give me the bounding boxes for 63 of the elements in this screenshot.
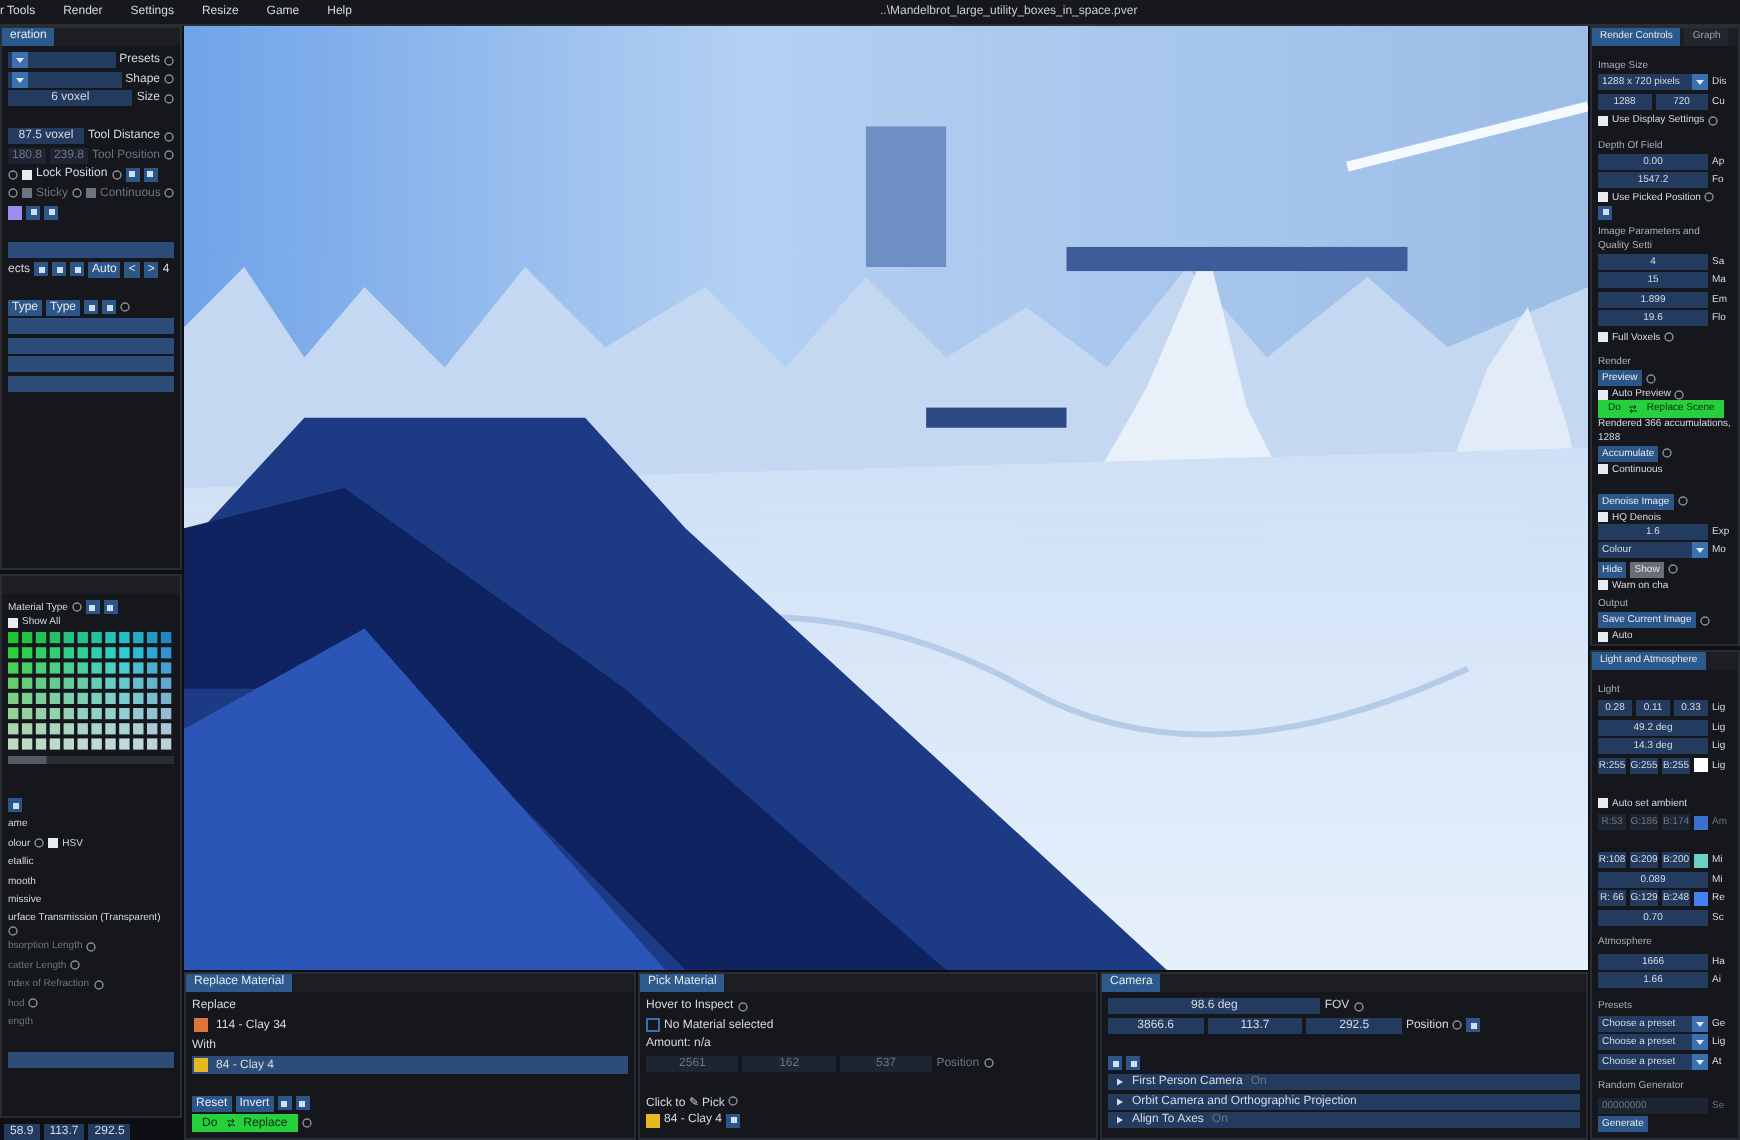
help-icon (1674, 389, 1685, 400)
help-icon (72, 188, 83, 198)
square-icon (128, 170, 137, 178)
square-icon (280, 1099, 289, 1108)
help-icon (1662, 448, 1673, 459)
dropdown[interactable] (8, 71, 122, 87)
triangle-icon (1116, 1097, 1124, 1105)
square-icon (146, 170, 155, 178)
color-swatch[interactable] (1694, 815, 1708, 830)
help-icon (1353, 1001, 1364, 1011)
help-icon (1452, 1020, 1463, 1030)
help-icon (1708, 115, 1719, 126)
square-icon (1111, 1059, 1119, 1067)
triangle-icon (1116, 1078, 1124, 1086)
swap-icon (225, 1118, 236, 1129)
help-icon (71, 602, 82, 612)
square-icon (47, 208, 55, 216)
help-icon (1667, 564, 1678, 575)
triangle-icon (1116, 1116, 1124, 1124)
empty-swatch (646, 1018, 660, 1032)
caret-icon (12, 71, 28, 87)
square-icon (1601, 208, 1609, 217)
square-icon (106, 603, 115, 611)
caret-icon (1692, 74, 1708, 91)
help-icon (93, 979, 104, 989)
tool-button[interactable] (1598, 205, 1612, 220)
caret-icon (12, 52, 28, 68)
help-icon (1664, 332, 1675, 343)
help-icon (301, 1118, 312, 1129)
help-icon (120, 302, 131, 312)
color-swatch[interactable] (8, 205, 22, 219)
help-icon (1699, 615, 1710, 626)
help-icon (164, 188, 175, 198)
help-icon (1677, 496, 1688, 507)
tool-button[interactable] (1466, 1018, 1481, 1032)
square-icon (729, 1116, 738, 1124)
help-icon (1645, 373, 1656, 384)
help-icon (737, 1001, 748, 1011)
square-icon (11, 801, 19, 809)
square-icon (37, 265, 46, 273)
caret-icon (1692, 542, 1708, 559)
swap-icon (1628, 403, 1639, 414)
square-icon (1129, 1059, 1137, 1067)
color-swatch[interactable] (1694, 758, 1708, 773)
help-icon (1704, 192, 1715, 203)
help-icon (728, 1096, 739, 1106)
help-icon (34, 838, 45, 848)
color-swatch[interactable] (1694, 891, 1708, 906)
square-icon (87, 303, 96, 311)
help-icon (983, 1058, 994, 1068)
help-icon (8, 925, 18, 935)
tool-button[interactable] (726, 1113, 741, 1127)
color-swatch[interactable] (1694, 853, 1708, 868)
square-icon (105, 303, 114, 311)
square-icon (29, 208, 37, 216)
color-swatch[interactable] (646, 1113, 660, 1127)
help-icon (28, 998, 39, 1008)
square-icon (88, 603, 97, 611)
square-icon (55, 265, 64, 273)
square-icon (1469, 1021, 1478, 1029)
square-icon (298, 1099, 307, 1108)
square-icon (73, 265, 82, 273)
help-icon (111, 169, 122, 179)
